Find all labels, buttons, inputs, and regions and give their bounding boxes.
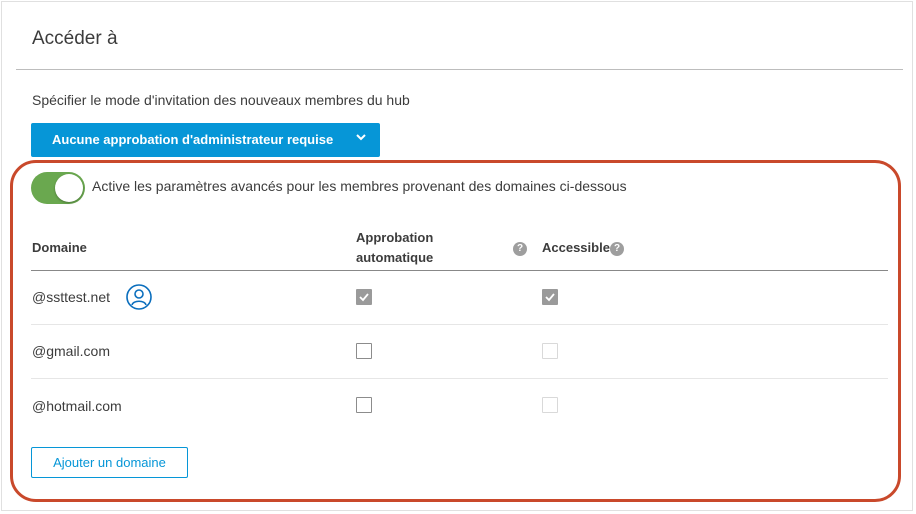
checkmark-icon	[359, 293, 369, 302]
column-header-auto-approval: Approbation automatique	[356, 228, 433, 268]
row-divider	[31, 324, 888, 325]
chevron-down-icon	[356, 134, 366, 141]
column-header-auto-approval-line2: automatique	[356, 250, 434, 265]
invite-mode-value: Aucune approbation d'administrateur requ…	[52, 132, 334, 147]
column-header-domain: Domaine	[32, 240, 87, 255]
auto-approval-checkbox[interactable]	[356, 343, 372, 359]
toggle-knob	[55, 174, 83, 202]
invite-instruction: Spécifier le mode d'invitation des nouve…	[32, 92, 410, 108]
table-row-domain: @ssttest.net	[32, 289, 111, 305]
advanced-settings-label: Active les paramètres avancés pour les m…	[92, 178, 627, 194]
advanced-settings-toggle[interactable]	[31, 172, 85, 204]
table-header-divider	[31, 270, 888, 271]
title-divider	[16, 69, 903, 70]
checkmark-icon	[545, 293, 555, 302]
auto-approval-checkbox[interactable]	[356, 397, 372, 413]
column-header-accessible: Accessible	[542, 240, 610, 255]
accessible-checkbox[interactable]	[542, 289, 558, 305]
help-icon[interactable]: ?	[610, 242, 624, 256]
page-title: Accéder à	[32, 28, 118, 49]
help-icon[interactable]: ?	[513, 242, 527, 256]
user-icon[interactable]	[126, 284, 152, 310]
table-row-domain: @hotmail.com	[32, 398, 122, 414]
column-header-auto-approval-line1: Approbation	[356, 230, 434, 245]
row-divider	[31, 378, 888, 379]
accessible-checkbox[interactable]	[542, 397, 558, 413]
accessible-checkbox[interactable]	[542, 343, 558, 359]
table-row-domain: @gmail.com	[32, 343, 111, 359]
invite-mode-dropdown[interactable]: Aucune approbation d'administrateur requ…	[31, 123, 380, 157]
add-domain-button[interactable]: Ajouter un domaine	[31, 447, 188, 478]
auto-approval-checkbox[interactable]	[356, 289, 372, 305]
